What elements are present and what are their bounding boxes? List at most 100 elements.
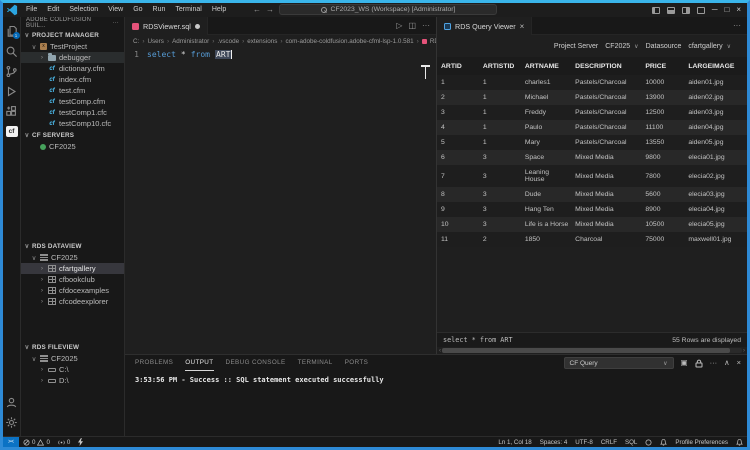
notifications-bell-icon[interactable]: [732, 438, 747, 446]
tab-rds-query-viewer[interactable]: RDS Query Viewer ×: [437, 17, 533, 35]
status-ln-1-col-18[interactable]: Ln 1, Col 18: [494, 439, 535, 446]
menu-go[interactable]: Go: [129, 3, 146, 17]
tree-item-cf2025[interactable]: ∨ CF2025: [21, 353, 124, 364]
tree-item-cf2025[interactable]: ∨ CF2025: [21, 252, 124, 263]
menu-selection[interactable]: Selection: [65, 3, 102, 17]
tree-item-cfbookclub[interactable]: › cfbookclub: [21, 274, 124, 285]
status-sql[interactable]: SQL: [621, 439, 641, 446]
table-row[interactable]: 63SpaceMixed Media9800elecia01.jpg2: [437, 150, 747, 165]
tree-item-cf2025[interactable]: CF2025: [21, 141, 124, 152]
scrollbar-thumb[interactable]: [442, 348, 730, 353]
column-header-price[interactable]: PRICE: [641, 57, 685, 75]
more-actions-icon[interactable]: ···: [733, 21, 741, 30]
more-actions-icon[interactable]: ···: [422, 21, 430, 30]
activity-account-icon[interactable]: [3, 392, 21, 412]
section-header-rds-fileview[interactable]: ∨ RDS FILEVIEW: [21, 341, 124, 353]
back-icon[interactable]: ←: [253, 5, 261, 14]
tree-item-testcomp1-cfc[interactable]: cf testComp1.cfc: [21, 107, 124, 118]
close-panel-icon[interactable]: ×: [737, 357, 741, 369]
cf-status[interactable]: [74, 437, 87, 447]
panel-tab-debug-console[interactable]: DEBUG CONSOLE: [226, 355, 286, 371]
column-header-media[interactable]: MEDIA: [743, 57, 747, 75]
activity-search-icon[interactable]: [3, 41, 21, 61]
breadcrumb-item[interactable]: C:: [133, 38, 139, 45]
maximize-button[interactable]: □: [724, 3, 729, 17]
column-header-artistid[interactable]: ARTISTID: [478, 57, 521, 75]
column-header-description[interactable]: DESCRIPTION: [571, 57, 642, 75]
split-editor-icon[interactable]: ◫: [408, 21, 416, 30]
result-grid[interactable]: ARTID ARTISTID ARTNAME DESCRIPTION PRICE LARG…: [437, 57, 747, 332]
close-tab-icon[interactable]: ×: [520, 22, 525, 31]
panel-tab-ports[interactable]: PORTS: [345, 355, 369, 371]
modified-dot-icon[interactable]: [194, 23, 200, 29]
scroll-left-icon[interactable]: ‹: [439, 348, 441, 354]
table-row[interactable]: 83DudeMixed Media5600elecia03.jpg2: [437, 187, 747, 202]
more-actions-icon[interactable]: ···: [710, 357, 718, 369]
horizontal-scrollbar[interactable]: ‹ ›: [437, 347, 747, 354]
scrollbar-track[interactable]: [442, 348, 742, 353]
table-row[interactable]: 3 1 Freddy Pastels/Charcoal 12500 aiden03.jpg…: [437, 105, 747, 120]
column-header-largeimage[interactable]: LARGEIMAGE: [684, 57, 744, 75]
maximize-panel-icon[interactable]: ∧: [724, 357, 730, 369]
sidebar-more-icon[interactable]: ···: [112, 20, 119, 26]
tree-item-testcomp-cfm[interactable]: cf testComp.cfm: [21, 96, 124, 107]
breadcrumb-item[interactable]: .vscode: [217, 38, 239, 45]
status-spaces-4[interactable]: Spaces: 4: [536, 439, 572, 446]
breadcrumb-item[interactable]: Users: [147, 38, 163, 45]
section-header-project-manager[interactable]: ∨ PROJECT MANAGER: [21, 29, 124, 41]
tree-item-test-cfm[interactable]: cf test.cfm: [21, 85, 124, 96]
output-channel-select[interactable]: CF Query ∨: [563, 357, 674, 369]
tree-item-cfartgallery[interactable]: › cfartgallery: [21, 263, 124, 274]
command-center[interactable]: CF2023_WS (Workspace) [Administrator]: [279, 4, 497, 15]
section-header-cf-servers[interactable]: ∨ CF SERVERS: [21, 129, 124, 141]
toggle-panel-icon[interactable]: [666, 6, 675, 14]
code-line-1[interactable]: 1 select * from ART: [125, 50, 436, 59]
status-utf-8[interactable]: UTF-8: [571, 439, 597, 446]
table-row[interactable]: 10 3 Life is a Horse Mixed Media 10500 elecia…: [437, 217, 747, 232]
table-row[interactable]: 1 1 charles1 Pastels/Charcoal 10000 aiden01.j…: [437, 75, 747, 90]
activity-extensions-icon[interactable]: [3, 101, 21, 121]
close-button[interactable]: ×: [736, 3, 741, 17]
activity-source-control-icon[interactable]: [3, 61, 21, 81]
breadcrumb-item[interactable]: com-adobe-coldfusion.adobe-cfml-lsp-1.0.…: [286, 38, 414, 45]
table-row[interactable]: 7 3 Leaning House Mixed Media 7800 elecia02.j…: [437, 165, 747, 187]
column-header-artname[interactable]: ARTNAME: [520, 57, 572, 75]
table-row[interactable]: 1121850Charcoal75000maxwell01.jpg1: [437, 232, 747, 247]
output-console[interactable]: 3:53:56 PM - Success :: SQL statement ex…: [125, 371, 747, 436]
section-header-rds-dataview[interactable]: ∨ RDS DATAVIEW: [21, 240, 124, 252]
menu-terminal[interactable]: Terminal: [171, 3, 205, 17]
menu-view[interactable]: View: [104, 3, 127, 17]
status-profile-preferences[interactable]: Profile Preferences: [671, 439, 732, 446]
tab-rdsviewer-sql[interactable]: RDSViewer.sql: [125, 17, 208, 35]
project-server-select[interactable]: CF2025 ∨: [605, 43, 638, 50]
tree-item-testcomp10-cfc[interactable]: cf testComp10.cfc: [21, 118, 124, 129]
forward-icon[interactable]: →: [266, 5, 274, 14]
breadcrumb-item[interactable]: extensions: [247, 38, 277, 45]
tree-item-index-cfm[interactable]: cf index.cfm: [21, 74, 124, 85]
toggle-sidebar-icon[interactable]: [651, 6, 660, 14]
tree-item-cfdocexamples[interactable]: › cfdocexamples: [21, 285, 124, 296]
table-row[interactable]: 51MaryPastels/Charcoal13550aiden05.jpg1: [437, 135, 747, 150]
tree-item-d-[interactable]: › D:\: [21, 375, 124, 386]
table-row[interactable]: 93Hang TenMixed Media8900elecia04.jpg2: [437, 202, 747, 217]
ports-status[interactable]: 0: [54, 437, 74, 447]
datasource-select[interactable]: cfartgallery ∨: [688, 43, 731, 50]
status-crlf[interactable]: CRLF: [597, 439, 621, 446]
menu-help[interactable]: Help: [208, 3, 230, 17]
run-file-icon[interactable]: ▷: [396, 21, 402, 30]
table-row[interactable]: 2 1 Michael Pastels/Charcoal 13900 aiden02.jp…: [437, 90, 747, 105]
panel-tab-problems[interactable]: PROBLEMS: [135, 355, 173, 371]
tree-item-cfcodeexplorer[interactable]: › cfcodeexplorer: [21, 296, 124, 307]
column-header-artid[interactable]: ARTID: [437, 57, 479, 75]
lock-scroll-icon[interactable]: [695, 359, 703, 368]
tree-item-c-[interactable]: › C:\: [21, 364, 124, 375]
activity-coldfusion-icon[interactable]: cf: [3, 121, 21, 141]
status-alert-icon[interactable]: [656, 438, 671, 446]
menu-file[interactable]: File: [22, 3, 41, 17]
activity-explorer-icon[interactable]: 1: [3, 21, 21, 41]
menu-run[interactable]: Run: [149, 3, 170, 17]
menu-edit[interactable]: Edit: [43, 3, 63, 17]
scroll-right-icon[interactable]: ›: [743, 348, 745, 354]
table-row[interactable]: 41PauloPastels/Charcoal11100aiden04.jpg1: [437, 120, 747, 135]
minimize-button[interactable]: ─: [712, 3, 718, 17]
